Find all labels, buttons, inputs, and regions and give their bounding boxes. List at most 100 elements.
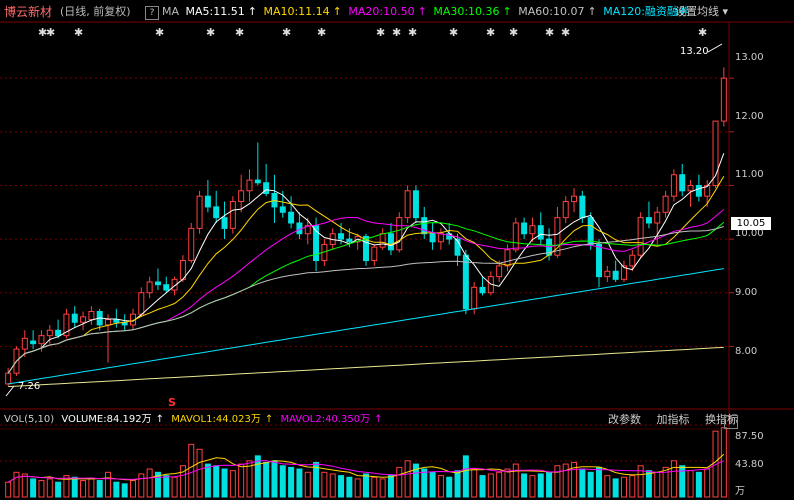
volume-bar xyxy=(213,465,220,498)
candle-body xyxy=(138,292,145,315)
volume-toolbar: 改参数 加指标 换指标 xyxy=(596,412,738,428)
bolt-icon[interactable]: ✱ xyxy=(317,26,326,39)
volume-bar xyxy=(487,473,494,498)
candle-body xyxy=(471,286,478,310)
candle-body xyxy=(30,340,37,345)
bolt-icon[interactable]: ✱ xyxy=(561,26,570,39)
low-price-annotation: 7.26 xyxy=(18,381,41,392)
bolt-icon[interactable]: ✱ xyxy=(486,26,495,39)
bolt-icon[interactable]: ✱ xyxy=(545,26,554,39)
candle-body xyxy=(387,233,394,251)
bolt-icon[interactable]: ✱ xyxy=(235,26,244,39)
candle-body xyxy=(46,329,53,337)
candle-body xyxy=(113,319,120,323)
candle-body xyxy=(562,201,569,219)
volume-bar xyxy=(129,480,136,498)
volume-bar xyxy=(13,471,20,498)
candle-body xyxy=(571,195,578,203)
candle-body xyxy=(687,184,694,192)
volume-bar xyxy=(704,468,711,498)
candle-body xyxy=(479,286,486,294)
volume-bar xyxy=(521,473,528,498)
bolt-icon[interactable]: ✱ xyxy=(392,26,401,39)
candle-body xyxy=(229,201,236,229)
volume-bar xyxy=(670,460,677,498)
candle-body xyxy=(462,254,469,310)
volume-bar xyxy=(537,473,544,498)
signal-s-marker[interactable]: S xyxy=(168,396,176,409)
volume-tick: 87.50 xyxy=(735,431,764,442)
candle-body xyxy=(521,222,528,235)
vol-item: MAVOL1:44.023万 xyxy=(171,414,261,425)
candle-body xyxy=(637,217,644,256)
volume-help-icon[interactable]: ? xyxy=(724,415,738,429)
candle-body xyxy=(437,233,444,243)
candle-body xyxy=(579,195,586,219)
volume-bar xyxy=(562,463,569,498)
vol-item: MAVOL2:40.350万 xyxy=(280,414,371,425)
volume-bar xyxy=(496,471,503,498)
help-icon[interactable]: ? xyxy=(145,6,159,20)
edit-params-button[interactable]: 改参数 xyxy=(608,413,641,426)
volume-bar xyxy=(196,448,203,498)
volume-bar xyxy=(38,480,45,498)
candle-body xyxy=(55,329,62,337)
volume-bar xyxy=(387,475,394,498)
candle-body xyxy=(21,337,28,350)
candle-body xyxy=(604,270,611,278)
candle-body xyxy=(379,233,386,248)
volume-bar xyxy=(587,471,594,498)
bolt-icon[interactable]: ✱ xyxy=(509,26,518,39)
volume-bar xyxy=(263,461,270,498)
candle-body xyxy=(279,206,286,213)
volume-bar xyxy=(471,468,478,498)
volume-bar xyxy=(396,466,403,498)
candle-body xyxy=(421,217,428,235)
volume-bar xyxy=(629,475,636,498)
volume-bar xyxy=(645,470,652,498)
volume-bar xyxy=(304,471,311,498)
volume-bar xyxy=(55,481,62,498)
volume-bar xyxy=(46,478,53,498)
volume-bar xyxy=(146,468,153,498)
bolt-icon[interactable]: ✱ xyxy=(282,26,291,39)
volume-bar xyxy=(88,478,95,498)
ma-item: MA30:10.36 xyxy=(433,5,500,18)
bolt-icon[interactable]: ✱ xyxy=(408,26,417,39)
volume-bar xyxy=(454,470,461,498)
bolt-icon[interactable]: ✱ xyxy=(376,26,385,39)
price-tick: 13.00 xyxy=(735,52,764,63)
candle-body xyxy=(263,182,270,194)
stock-name: 博云新材 xyxy=(4,5,53,19)
volume-bar xyxy=(554,465,561,498)
volume-bar xyxy=(329,473,336,498)
bolt-icon[interactable]: ✱ xyxy=(46,26,55,39)
bolt-icon[interactable]: ✱ xyxy=(155,26,164,39)
volume-bar xyxy=(238,463,245,498)
candle-body xyxy=(537,225,544,240)
candle-body xyxy=(163,284,170,291)
bolt-icon[interactable]: ✱ xyxy=(74,26,83,39)
ma-arrow: ↑ xyxy=(587,5,597,18)
volume-bar xyxy=(71,476,78,498)
volume-bar xyxy=(171,476,178,498)
ma-item: MA10:11.14 xyxy=(263,5,330,18)
candle-body xyxy=(80,316,87,323)
add-indicator-button[interactable]: 加指标 xyxy=(657,413,690,426)
candle-body xyxy=(404,190,411,219)
vol-item: VOL(5,10) xyxy=(4,414,55,425)
volume-bar xyxy=(695,471,702,498)
bolt-icon[interactable]: ✱ xyxy=(698,26,707,39)
bolt-icon[interactable]: ✱ xyxy=(449,26,458,39)
bolt-icon[interactable]: ✱ xyxy=(206,26,215,39)
volume-bar xyxy=(138,473,145,498)
volume-bar xyxy=(221,468,228,498)
candle-body xyxy=(670,174,677,197)
candle-body xyxy=(288,211,295,224)
price-tick: 11.00 xyxy=(735,169,764,180)
volume-bar xyxy=(604,475,611,498)
volume-bar xyxy=(279,465,286,498)
vol-item: VOLUME:84.192万 xyxy=(61,414,152,425)
volume-bar xyxy=(462,455,469,498)
ma-settings-button[interactable]: 设置均线 ▾ xyxy=(675,3,728,21)
